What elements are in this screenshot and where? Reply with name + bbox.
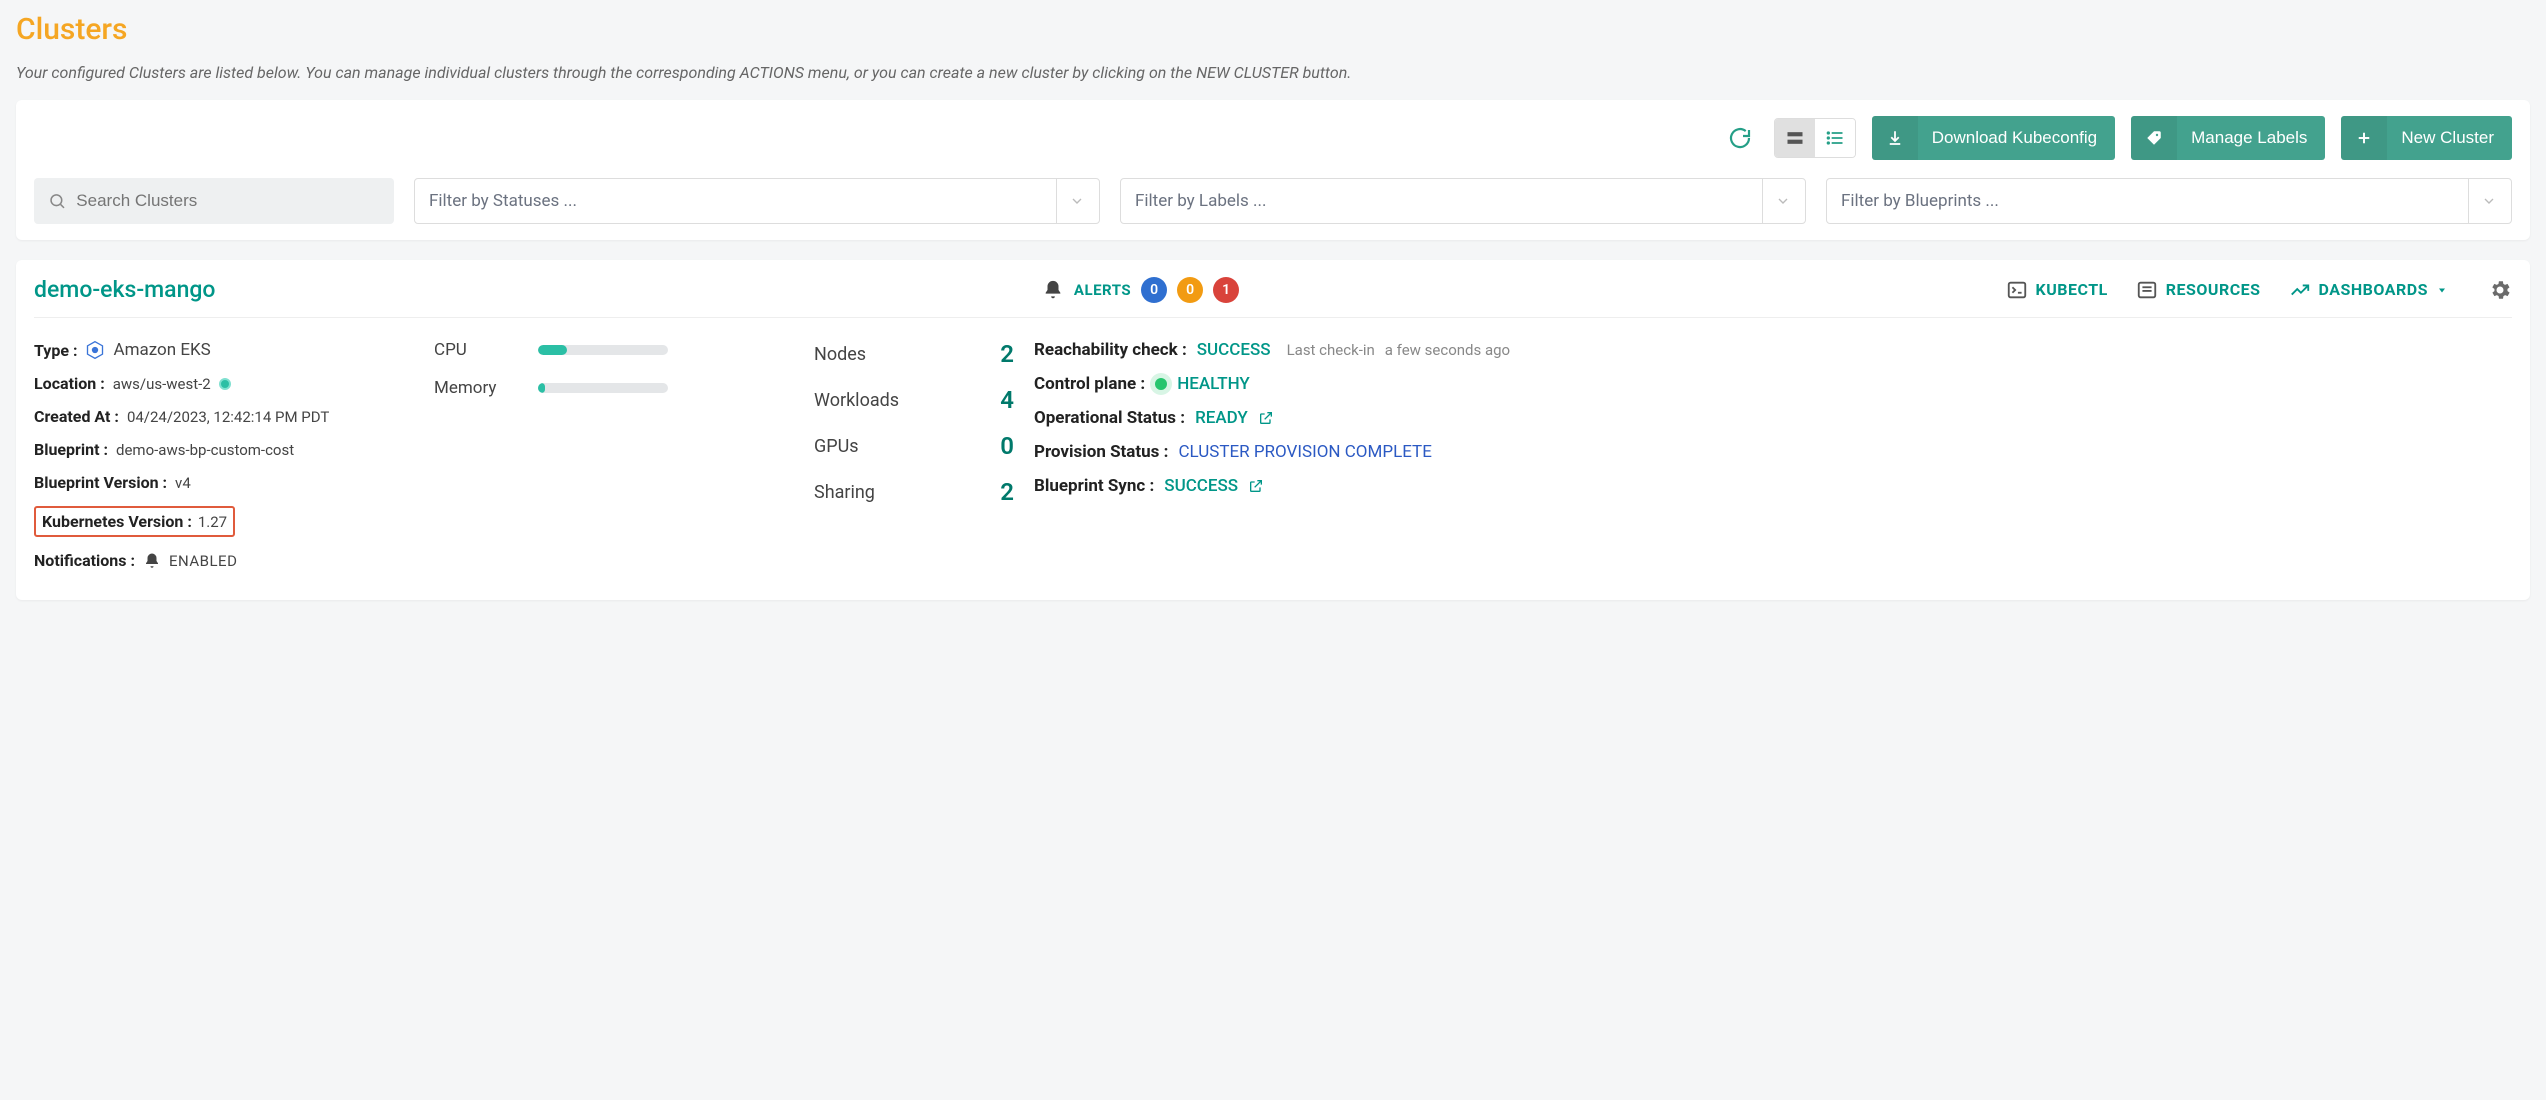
memory-label: Memory (434, 378, 514, 398)
type-value: Amazon EKS (113, 340, 210, 360)
view-list-button[interactable] (1815, 119, 1855, 157)
filter-blueprints-select[interactable]: Filter by Blueprints ... (1826, 178, 2512, 224)
gear-icon (2488, 278, 2512, 302)
page-title: Clusters (16, 12, 2530, 47)
view-toggle (1774, 118, 1856, 158)
alerts-group: ALERTS 0 0 1 (1042, 277, 1239, 303)
filter-labels-placeholder: Filter by Labels ... (1135, 191, 1266, 211)
reachability-sub2: a few seconds ago (1385, 341, 1510, 359)
kubernetes-version-value: 1.27 (198, 513, 227, 531)
tag-icon (2145, 129, 2163, 147)
blueprint-sync-label: Blueprint Sync : (1034, 476, 1154, 496)
download-kubeconfig-button[interactable]: Download Kubeconfig (1872, 116, 2115, 160)
cluster-settings-button[interactable] (2488, 278, 2512, 302)
created-value: 04/24/2023, 12:42:14 PM PDT (127, 408, 329, 426)
notifications-label: Notifications : (34, 551, 135, 570)
caret-down-icon (2436, 284, 2448, 296)
cluster-card: demo-eks-mango ALERTS 0 0 1 KUBECTL RESO… (16, 260, 2530, 600)
cluster-status: Reachability check : SUCCESS Last check-… (1034, 340, 2512, 510)
chevron-down-icon (2481, 193, 2497, 209)
sharing-value: 2 (1000, 478, 1014, 506)
location-status-icon (219, 378, 231, 390)
alert-info-badge[interactable]: 0 (1141, 277, 1167, 303)
list-icon (1825, 128, 1845, 148)
download-icon (1886, 129, 1904, 147)
operational-status-value[interactable]: READY (1195, 408, 1248, 428)
plus-icon (2355, 129, 2373, 147)
gpus-value: 0 (1000, 432, 1014, 460)
bell-icon (1042, 279, 1064, 301)
blueprint-value: demo-aws-bp-custom-cost (116, 441, 294, 459)
control-plane-label: Control plane : (1034, 374, 1145, 394)
search-clusters-input-wrap[interactable] (34, 178, 394, 224)
control-plane-value: HEALTHY (1177, 374, 1250, 394)
provision-status-value[interactable]: CLUSTER PROVISION COMPLETE (1178, 442, 1431, 462)
download-kubeconfig-label: Download Kubeconfig (1932, 128, 2097, 148)
dashboards-link[interactable]: DASHBOARDS (2289, 279, 2448, 301)
kubernetes-version-highlight: Kubernetes Version : 1.27 (34, 506, 235, 537)
eks-icon (85, 340, 105, 360)
filter-status-select[interactable]: Filter by Statuses ... (414, 178, 1100, 224)
toolbar-card: Download Kubeconfig Manage Labels New Cl… (16, 100, 2530, 240)
health-dot-icon (1155, 378, 1167, 390)
kubernetes-version-label: Kubernetes Version : (42, 512, 192, 531)
nodes-value: 2 (1000, 340, 1014, 368)
type-label: Type : (34, 341, 77, 360)
cluster-meta: Type : Amazon EKS Location : aws/us-west… (34, 340, 414, 584)
search-clusters-input[interactable] (76, 191, 380, 211)
cluster-counts: Nodes 2 Workloads 4 GPUs 0 Sharing 2 (814, 340, 1014, 524)
refresh-button[interactable] (1722, 120, 1758, 156)
resources-link[interactable]: RESOURCES (2136, 279, 2261, 301)
memory-bar (538, 383, 668, 393)
page-subtitle: Your configured Clusters are listed belo… (16, 63, 2530, 82)
bell-icon (143, 552, 161, 570)
filter-labels-select[interactable]: Filter by Labels ... (1120, 178, 1806, 224)
operational-status-label: Operational Status : (1034, 408, 1185, 428)
created-label: Created At : (34, 407, 119, 426)
alert-warn-badge[interactable]: 0 (1177, 277, 1203, 303)
manage-labels-button[interactable]: Manage Labels (2131, 116, 2325, 160)
kubectl-link[interactable]: KUBECTL (2006, 279, 2108, 301)
workloads-label: Workloads (814, 390, 899, 411)
manage-labels-label: Manage Labels (2191, 128, 2307, 148)
cluster-name-link[interactable]: demo-eks-mango (34, 276, 215, 303)
gpus-label: GPUs (814, 436, 859, 457)
reachability-value: SUCCESS (1197, 340, 1271, 360)
filter-status-placeholder: Filter by Statuses ... (429, 191, 577, 211)
external-link-icon[interactable] (1258, 410, 1274, 426)
resources-icon (2136, 279, 2158, 301)
new-cluster-button[interactable]: New Cluster (2341, 116, 2512, 160)
cluster-resources: CPU Memory (434, 340, 794, 416)
reachability-label: Reachability check : (1034, 340, 1187, 360)
provision-status-label: Provision Status : (1034, 442, 1168, 462)
location-label: Location : (34, 374, 105, 393)
blueprint-version-value: v4 (175, 474, 191, 492)
alert-error-badge[interactable]: 1 (1213, 277, 1239, 303)
blueprint-label: Blueprint : (34, 440, 108, 459)
sharing-label: Sharing (814, 482, 875, 503)
filter-blueprints-placeholder: Filter by Blueprints ... (1841, 191, 1999, 211)
chevron-down-icon (1775, 193, 1791, 209)
workloads-value: 4 (1000, 386, 1014, 414)
external-link-icon[interactable] (1248, 478, 1264, 494)
search-icon (48, 191, 66, 211)
blueprint-version-label: Blueprint Version : (34, 473, 167, 492)
rows-icon (1785, 128, 1805, 148)
alerts-label: ALERTS (1074, 281, 1131, 299)
notifications-value: ENABLED (169, 552, 237, 570)
chevron-down-icon (1069, 193, 1085, 209)
terminal-icon (2006, 279, 2028, 301)
new-cluster-label: New Cluster (2401, 128, 2494, 148)
chart-icon (2289, 279, 2311, 301)
cpu-bar (538, 345, 668, 355)
nodes-label: Nodes (814, 344, 866, 365)
blueprint-sync-value[interactable]: SUCCESS (1164, 476, 1238, 496)
view-card-button[interactable] (1775, 119, 1815, 157)
reachability-sub1: Last check-in (1287, 341, 1375, 359)
location-value: aws/us-west-2 (113, 375, 211, 393)
refresh-icon (1728, 126, 1752, 150)
cpu-label: CPU (434, 340, 514, 360)
